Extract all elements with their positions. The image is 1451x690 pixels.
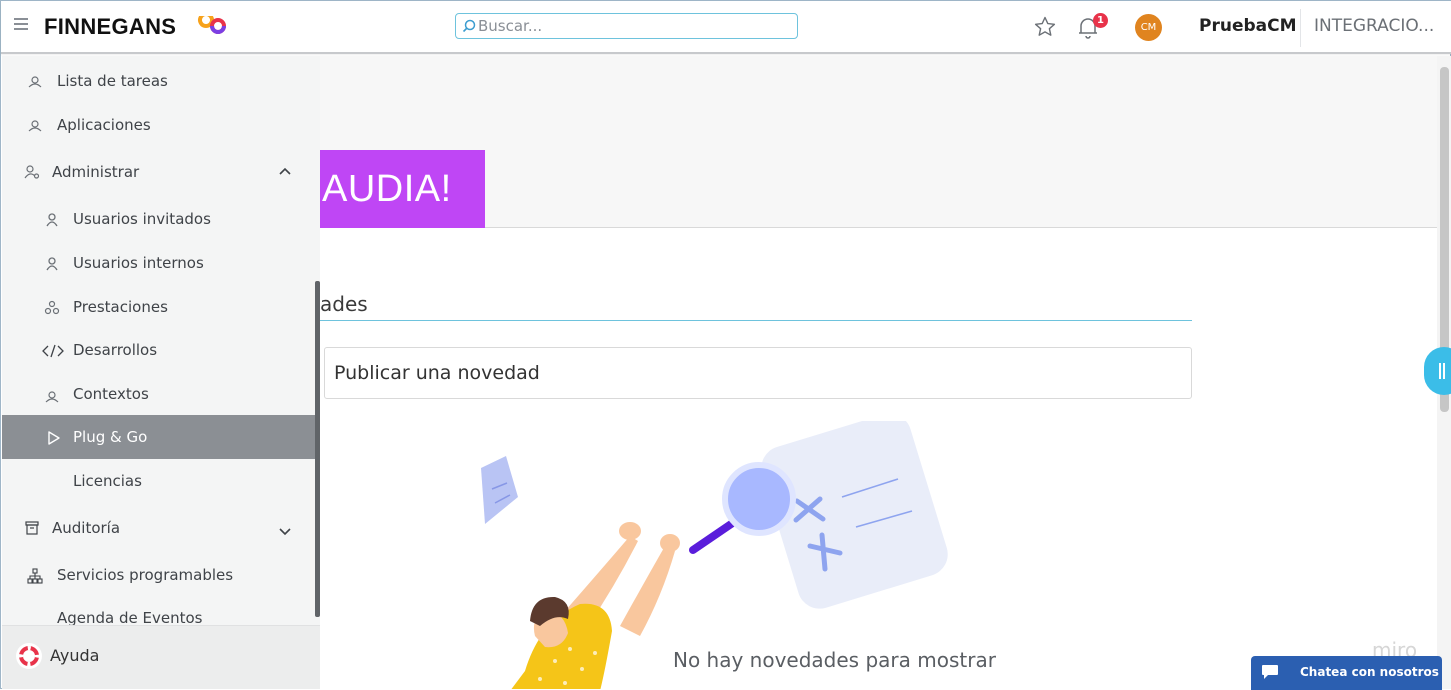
empty-state-message: No hay novedades para mostrar [673,648,996,672]
sidebar-item-label: Plug & Go [73,428,148,446]
side-panel-toggle[interactable] [1424,347,1451,395]
brand-logo[interactable]: FINNEGANS [44,14,176,40]
sidebar-item-administrar[interactable]: Administrar [2,150,320,194]
archive-icon [25,521,39,535]
sidebar-item-prestaciones[interactable]: Prestaciones [2,285,320,329]
publish-news-input[interactable] [324,347,1192,399]
help-label: Ayuda [50,646,100,665]
sidebar-item-lista-de-tareas[interactable]: Lista de tareas [2,59,320,103]
sidebar-item-label: Usuarios invitados [73,210,211,228]
welcome-banner: AUDIA! [320,56,1437,228]
chat-bubble-icon [1262,665,1278,679]
banner-greeting: AUDIA! [320,150,485,228]
chevron-down-icon[interactable] [278,524,292,538]
user-avatar[interactable]: CM [1135,14,1162,41]
app-window: FINNEGANS 1 CM PruebaCM INTEGRACIO... [0,0,1451,690]
sidebar-item-plug-and-go[interactable]: Plug & Go [2,415,320,459]
header-divider [1300,9,1301,47]
chat-widget-button[interactable]: Chatea con nosotros [1251,656,1442,690]
hamburger-menu-icon[interactable] [14,18,28,30]
sidebar-item-label: Lista de tareas [57,72,168,90]
company-selector[interactable]: INTEGRACIO... [1314,16,1439,36]
sidebar-item-label: Desarrollos [73,341,158,359]
sidebar-item-label: Prestaciones [73,298,168,316]
search-input[interactable] [478,16,788,36]
sidebar-item-label: Licencias [73,472,142,490]
apps-icon [28,120,42,132]
sidebar-item-label: Administrar [52,163,140,181]
tasks-icon [28,76,42,88]
admin-user-icon [24,165,40,179]
main-content: AUDIA! ades Publicar una novedad No hay … [320,56,1437,689]
search-icon [462,19,476,33]
notification-badge: 1 [1093,13,1108,28]
help-button[interactable]: Ayuda [2,625,320,689]
sitemap-icon [27,568,43,584]
lifebuoy-icon [16,643,42,669]
chat-label: Chatea con nosotros [1300,665,1439,679]
sidebar-item-usuarios-invitados[interactable]: Usuarios invitados [2,197,320,241]
favorites-star-icon[interactable] [1033,15,1057,39]
sidebar-item-label: Usuarios internos [73,254,204,272]
sidebar-item-licencias[interactable]: Licencias [2,459,320,503]
context-icon [45,391,59,403]
pause-icon [1439,363,1441,379]
section-divider [320,320,1192,321]
code-icon [42,344,64,358]
top-header: FINNEGANS 1 CM PruebaCM INTEGRACIO... [1,1,1451,54]
sidebar-item-desarrollos[interactable]: Desarrollos [2,328,320,372]
search-box[interactable] [455,13,798,39]
infinity-logo-icon [198,16,227,34]
modules-icon [44,300,60,315]
sidebar-item-usuarios-internos[interactable]: Usuarios internos [2,241,320,285]
sidebar-item-label: Servicios programables [57,566,234,584]
sidebar-nav: Lista de tareas Aplicaciones Administrar… [2,56,320,689]
username-label[interactable]: PruebaCM [1199,16,1297,36]
sidebar-item-auditoria[interactable]: Auditoría [2,506,320,550]
sidebar-item-label: Aplicaciones [57,116,151,134]
play-icon [48,431,60,445]
sidebar-item-contextos[interactable]: Contextos [2,372,320,416]
user-icon [46,257,58,271]
user-icon [46,213,58,227]
chevron-up-icon[interactable] [278,165,292,179]
sidebar-item-aplicaciones[interactable]: Aplicaciones [2,103,320,147]
sidebar-item-label: Contextos [73,385,149,403]
sidebar-item-servicios-programables[interactable]: Servicios programables [2,553,320,597]
sidebar-item-label: Auditoría [52,519,121,537]
news-section-title: ades [320,292,368,316]
